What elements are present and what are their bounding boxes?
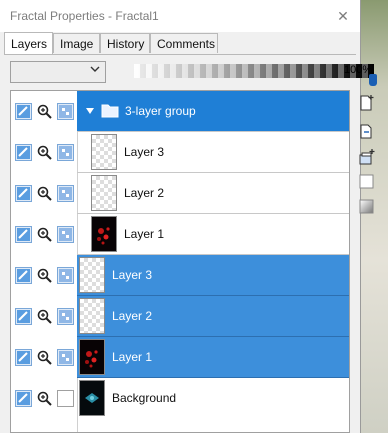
- layer-row-content[interactable]: 3-layer group: [77, 91, 349, 132]
- transparency-grid-icon[interactable]: [57, 103, 74, 120]
- title-bar: Fractal Properties - Fractal1 ✕: [0, 0, 360, 32]
- visibility-toggle-icon[interactable]: [15, 390, 32, 407]
- magnifier-icon[interactable]: [36, 349, 53, 366]
- tab-history[interactable]: History: [100, 33, 150, 53]
- window-title: Fractal Properties - Fractal1: [10, 9, 159, 23]
- fractal-thumbnail: [79, 339, 105, 375]
- layer-controls: [15, 185, 75, 203]
- layer-controls: [15, 103, 75, 121]
- layer-name: Layer 3: [112, 268, 153, 282]
- magnifier-icon[interactable]: [36, 308, 53, 325]
- background-thumbnail: [79, 380, 105, 416]
- tab-layers[interactable]: Layers: [4, 32, 53, 55]
- layer-name: Layer 2: [112, 309, 153, 323]
- layer-row[interactable]: Layer 3: [11, 132, 349, 173]
- tab-comments[interactable]: Comments: [150, 33, 218, 53]
- transparency-grid-icon[interactable]: [57, 267, 74, 284]
- layer-controls: [15, 349, 75, 367]
- properties-window: Fractal Properties - Fractal1 ✕ Layers I…: [0, 0, 377, 433]
- layer-row[interactable]: Layer 1: [11, 214, 349, 255]
- transparency-grid-icon[interactable]: [57, 349, 74, 366]
- magnifier-icon[interactable]: [36, 267, 53, 284]
- layer-controls: [15, 390, 75, 408]
- layer-name: Layer 1: [124, 227, 165, 241]
- layer-row-group[interactable]: 3-layer group: [11, 91, 349, 132]
- gradient-square-icon[interactable]: [358, 198, 376, 216]
- layer-row-selected[interactable]: Layer 3: [11, 255, 349, 296]
- transparency-grid-icon[interactable]: [57, 308, 74, 325]
- visibility-toggle-icon[interactable]: [15, 185, 32, 202]
- visibility-toggle-icon[interactable]: [15, 226, 32, 243]
- layer-thumbnail: [91, 175, 117, 211]
- layer-thumbnail: [79, 257, 105, 293]
- layer-row-content[interactable]: Background: [77, 378, 349, 419]
- layer-controls: [15, 267, 75, 285]
- visibility-toggle-icon[interactable]: [15, 349, 32, 366]
- layer-name: Layer 3: [124, 145, 165, 159]
- duplicate-layer-icon[interactable]: [358, 122, 376, 140]
- new-group-icon[interactable]: [358, 148, 376, 166]
- tab-divider: [4, 54, 356, 55]
- layer-controls: [15, 308, 75, 326]
- layer-row-background[interactable]: Background: [11, 378, 349, 419]
- magnifier-icon[interactable]: [36, 185, 53, 202]
- transparency-grid-icon[interactable]: [57, 144, 74, 161]
- new-layer-icon[interactable]: [358, 94, 376, 112]
- layer-thumbnail: [79, 298, 105, 334]
- transparency-grid-icon[interactable]: [57, 226, 74, 243]
- visibility-toggle-icon[interactable]: [15, 267, 32, 284]
- layer-name: Layer 2: [124, 186, 165, 200]
- close-button[interactable]: ✕: [330, 5, 356, 29]
- layer-row[interactable]: Layer 2: [11, 173, 349, 214]
- magnifier-icon[interactable]: [36, 390, 53, 407]
- layer-row-content[interactable]: Layer 2: [77, 296, 349, 337]
- visibility-toggle-icon[interactable]: [15, 144, 32, 161]
- opacity-gradient: [134, 64, 374, 78]
- layer-thumbnail: [91, 134, 117, 170]
- fractal-thumbnail: [91, 216, 117, 252]
- blank-square-icon[interactable]: [358, 173, 376, 191]
- chevron-down-icon: [90, 66, 100, 72]
- layer-row-selected[interactable]: Layer 1: [11, 337, 349, 378]
- layer-name: 3-layer group: [125, 104, 196, 118]
- magnifier-icon[interactable]: [36, 144, 53, 161]
- expand-arrow-icon[interactable]: [85, 106, 95, 116]
- transparency-grid-icon[interactable]: [57, 185, 74, 202]
- blend-mode-dropdown[interactable]: [10, 61, 106, 83]
- folder-icon: [101, 104, 119, 118]
- layer-tools: [356, 90, 386, 220]
- visibility-toggle-icon[interactable]: [15, 308, 32, 325]
- layer-row-content[interactable]: Layer 1: [77, 214, 349, 255]
- layer-row-content[interactable]: Layer 3: [77, 132, 349, 173]
- layer-name: Background: [112, 391, 177, 405]
- magnifier-icon[interactable]: [36, 103, 53, 120]
- layer-row-selected[interactable]: Layer 2: [11, 296, 349, 337]
- layer-list: 3-layer group Layer 3 Layer 2 Layer 1 La…: [10, 90, 350, 433]
- layer-controls: [15, 226, 75, 244]
- opacity-slider-handle[interactable]: [369, 74, 377, 86]
- layer-row-content[interactable]: Layer 3: [77, 255, 349, 296]
- layer-controls: [15, 144, 75, 162]
- close-icon: ✕: [337, 8, 349, 24]
- layer-row-content[interactable]: Layer 2: [77, 173, 349, 214]
- opacity-value: 100%: [344, 64, 373, 76]
- layer-name: Layer 1: [112, 350, 153, 364]
- magnifier-icon[interactable]: [36, 226, 53, 243]
- opacity-slider[interactable]: [134, 64, 374, 78]
- visibility-toggle-icon[interactable]: [15, 103, 32, 120]
- tab-image[interactable]: Image: [53, 33, 100, 53]
- lock-checkbox[interactable]: [57, 390, 74, 407]
- layer-row-content[interactable]: Layer 1: [77, 337, 349, 378]
